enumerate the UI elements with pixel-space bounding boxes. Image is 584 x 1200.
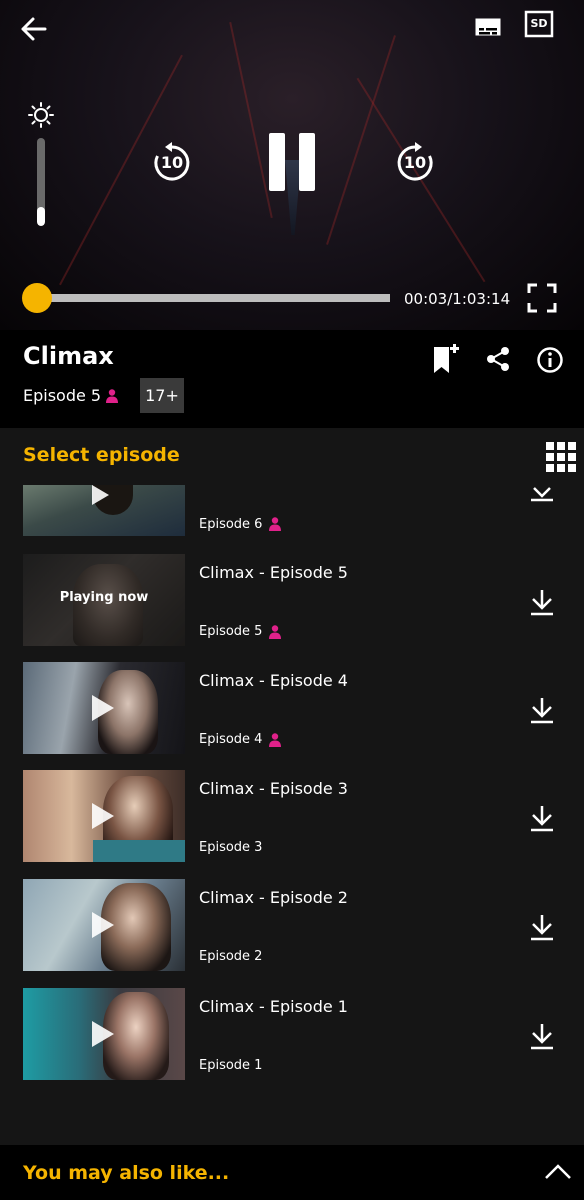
episode-item[interactable]: Climax - Episode 4 Episode 4 <box>0 662 584 754</box>
pause-icon <box>269 133 315 191</box>
fullscreen-button[interactable] <box>527 283 557 313</box>
download-icon[interactable] <box>529 486 555 502</box>
play-icon <box>92 695 114 721</box>
episode-number: Episode 1 <box>199 1058 263 1073</box>
quality-label: SD <box>530 17 548 30</box>
brightness-slider[interactable] <box>37 138 45 226</box>
episode-title: Climax - Episode 5 <box>199 563 348 582</box>
episode-thumbnail[interactable] <box>23 770 185 862</box>
playing-now-label: Playing now <box>59 590 149 605</box>
brightness-icon <box>27 101 55 129</box>
episode-item[interactable]: Climax - Episode 2 Episode 2 <box>0 879 584 971</box>
episode-panel: Select episode Episode 6 Playing now Cli… <box>0 428 584 1145</box>
episode-title: Climax - Episode 4 <box>199 671 348 690</box>
back-button[interactable] <box>16 13 50 45</box>
share-icon <box>487 347 509 371</box>
episode-title: Climax - Episode 2 <box>199 888 348 907</box>
paid-user-icon <box>269 625 281 639</box>
episode-number: Episode 4 <box>199 732 263 747</box>
info-button[interactable] <box>536 346 564 374</box>
episode-number: Episode 3 <box>199 840 263 855</box>
arrow-left-icon <box>21 17 47 41</box>
current-episode-label: Episode 5 <box>23 386 102 405</box>
paid-user-icon <box>269 517 281 531</box>
episode-item-playing[interactable]: Playing now Climax - Episode 5 Episode 5 <box>0 554 584 646</box>
share-button[interactable] <box>485 346 511 372</box>
episode-thumbnail[interactable] <box>23 662 185 754</box>
episode-item[interactable]: Episode 6 <box>0 444 584 536</box>
seek-thumb[interactable] <box>22 283 52 313</box>
age-rating-badge: 17+ <box>140 378 184 413</box>
you-may-also-like-title: You may also like... <box>23 1162 230 1184</box>
forward-seconds: 10 <box>403 153 427 172</box>
download-icon[interactable] <box>529 913 555 941</box>
fullscreen-icon <box>527 283 557 313</box>
play-icon <box>92 485 109 505</box>
episode-thumbnail[interactable] <box>23 485 185 536</box>
subtitles-button[interactable] <box>472 14 504 40</box>
episode-thumbnail[interactable] <box>23 988 185 1080</box>
rewind-seconds: 10 <box>160 153 184 172</box>
episode-title: Climax - Episode 3 <box>199 779 348 798</box>
episode-number: Episode 5 <box>199 624 263 639</box>
pause-button[interactable] <box>266 130 320 194</box>
episode-number: Episode 2 <box>199 949 263 964</box>
chevron-up-icon[interactable] <box>543 1163 573 1181</box>
play-icon <box>92 803 114 829</box>
subtitles-icon <box>475 18 501 36</box>
episode-item[interactable]: Climax - Episode 1 Episode 1 <box>0 988 584 1080</box>
episode-item[interactable]: Climax - Episode 3 Episode 3 <box>0 770 584 862</box>
play-icon <box>92 1021 114 1047</box>
episode-title: Climax - Episode 1 <box>199 997 348 1016</box>
brightness-level <box>37 206 45 226</box>
info-icon <box>537 347 563 373</box>
download-icon[interactable] <box>529 588 555 616</box>
download-icon[interactable] <box>529 696 555 724</box>
episode-number: Episode 6 <box>199 517 263 532</box>
recommendations-bar[interactable]: You may also like... <box>0 1145 584 1200</box>
add-to-list-button[interactable] <box>431 343 461 375</box>
quality-button[interactable]: SD <box>524 10 554 38</box>
paid-user-icon <box>269 733 281 747</box>
bookmark-add-icon <box>434 344 459 373</box>
play-icon <box>92 912 114 938</box>
episode-thumbnail[interactable] <box>23 879 185 971</box>
rewind-10-button[interactable]: 10 <box>150 141 194 185</box>
show-title: Climax <box>23 342 114 370</box>
download-icon[interactable] <box>529 1022 555 1050</box>
forward-10-button[interactable]: 10 <box>393 141 437 185</box>
paid-user-icon <box>106 389 118 403</box>
download-icon[interactable] <box>529 804 555 832</box>
episode-thumbnail[interactable]: Playing now <box>23 554 185 646</box>
seek-bar[interactable] <box>36 294 390 302</box>
time-display: 00:03/1:03:14 <box>404 290 511 308</box>
